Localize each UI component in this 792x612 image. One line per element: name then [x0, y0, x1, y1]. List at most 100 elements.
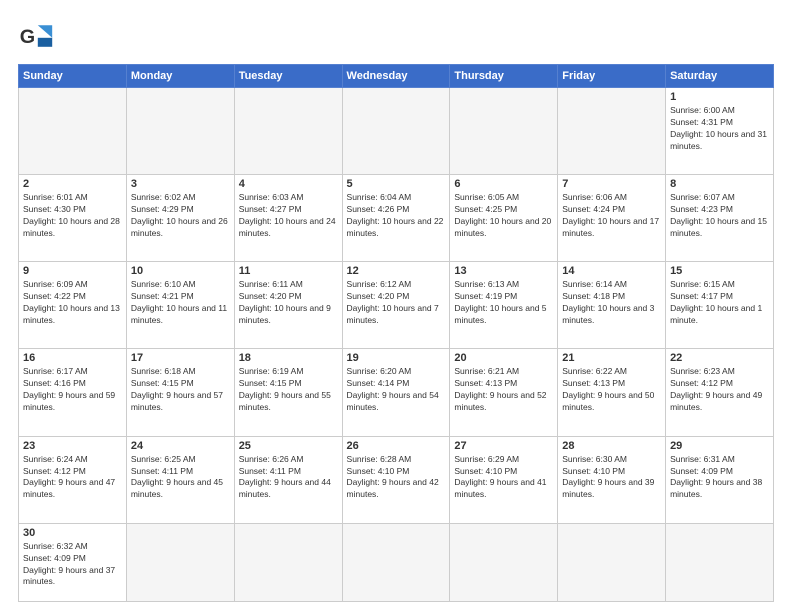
day-number: 1	[670, 91, 769, 103]
calendar-cell: 3Sunrise: 6:02 AMSunset: 4:29 PMDaylight…	[126, 175, 234, 262]
day-info: Sunrise: 6:31 AMSunset: 4:09 PMDaylight:…	[670, 454, 769, 502]
day-number: 30	[23, 527, 122, 539]
day-info: Sunrise: 6:20 AMSunset: 4:14 PMDaylight:…	[347, 366, 446, 414]
calendar-cell: 9 Sunrise: 6:09 AMSunset: 4:22 PMDaylight…	[19, 262, 127, 349]
day-number: 19	[347, 352, 446, 364]
calendar-cell: 22 Sunrise: 6:23 AMSunset: 4:12 PMDayligh…	[666, 349, 774, 436]
calendar-cell: 2 Sunrise: 6:01 AMSunset: 4:30 PMDaylight…	[19, 175, 127, 262]
calendar-cell	[450, 523, 558, 601]
day-number: 11	[239, 265, 338, 277]
calendar-cell: 26Sunrise: 6:28 AMSunset: 4:10 PMDayligh…	[342, 436, 450, 523]
calendar-cell	[126, 88, 234, 175]
page: G SundayMondayTuesdayWednesdayThursdayFr…	[0, 0, 792, 612]
day-number: 16	[23, 352, 122, 364]
day-number: 14	[562, 265, 661, 277]
calendar: SundayMondayTuesdayWednesdayThursdayFrid…	[18, 64, 774, 602]
day-number: 28	[562, 440, 661, 452]
calendar-cell	[558, 88, 666, 175]
day-number: 8	[670, 178, 769, 190]
calendar-cell	[19, 88, 127, 175]
day-number: 6	[454, 178, 553, 190]
calendar-cell: 21Sunrise: 6:22 AMSunset: 4:13 PMDayligh…	[558, 349, 666, 436]
day-header-tuesday: Tuesday	[234, 65, 342, 88]
calendar-cell: 10 Sunrise: 6:10 AMSunset: 4:21 PMDayligh…	[126, 262, 234, 349]
calendar-cell: 5 Sunrise: 6:04 AMSunset: 4:26 PMDaylight…	[342, 175, 450, 262]
day-header-monday: Monday	[126, 65, 234, 88]
day-number: 10	[131, 265, 230, 277]
day-number: 12	[347, 265, 446, 277]
calendar-cell: 23Sunrise: 6:24 AMSunset: 4:12 PMDayligh…	[19, 436, 127, 523]
calendar-cell	[234, 88, 342, 175]
day-info: Sunrise: 6:07 AMSunset: 4:23 PMDaylight:…	[670, 192, 769, 240]
svg-text:G: G	[20, 26, 35, 48]
day-info: Sunrise: 6:01 AMSunset: 4:30 PMDaylight:…	[23, 192, 122, 240]
calendar-cell: 27 Sunrise: 6:29 AMSunset: 4:10 PMDayligh…	[450, 436, 558, 523]
day-header-sunday: Sunday	[19, 65, 127, 88]
day-info: Sunrise: 6:23 AMSunset: 4:12 PMDaylight:…	[670, 366, 769, 414]
day-info: Sunrise: 6:03 AMSunset: 4:27 PMDaylight:…	[239, 192, 338, 240]
calendar-cell: 17 Sunrise: 6:18 AMSunset: 4:15 PMDayligh…	[126, 349, 234, 436]
calendar-cell: 11Sunrise: 6:11 AMSunset: 4:20 PMDayligh…	[234, 262, 342, 349]
day-info: Sunrise: 6:26 AMSunset: 4:11 PMDaylight:…	[239, 454, 338, 502]
day-number: 29	[670, 440, 769, 452]
day-number: 4	[239, 178, 338, 190]
calendar-cell: 1 Sunrise: 6:00 AMSunset: 4:31 PMDaylight…	[666, 88, 774, 175]
calendar-cell	[666, 523, 774, 601]
day-number: 7	[562, 178, 661, 190]
day-info: Sunrise: 6:25 AMSunset: 4:11 PMDaylight:…	[131, 454, 230, 502]
day-number: 24	[131, 440, 230, 452]
day-number: 26	[347, 440, 446, 452]
calendar-cell: 28 Sunrise: 6:30 AMSunset: 4:10 PMDayligh…	[558, 436, 666, 523]
day-header-saturday: Saturday	[666, 65, 774, 88]
day-info: Sunrise: 6:32 AMSunset: 4:09 PMDaylight:…	[23, 541, 122, 589]
day-info: Sunrise: 6:19 AMSunset: 4:15 PMDaylight:…	[239, 366, 338, 414]
calendar-cell: 7 Sunrise: 6:06 AMSunset: 4:24 PMDaylight…	[558, 175, 666, 262]
calendar-cell: 19 Sunrise: 6:20 AMSunset: 4:14 PMDayligh…	[342, 349, 450, 436]
day-number: 18	[239, 352, 338, 364]
header: G	[18, 18, 774, 54]
day-info: Sunrise: 6:10 AMSunset: 4:21 PMDaylight:…	[131, 279, 230, 327]
day-header-thursday: Thursday	[450, 65, 558, 88]
calendar-cell: 15 Sunrise: 6:15 AMSunset: 4:17 PMDayligh…	[666, 262, 774, 349]
day-number: 15	[670, 265, 769, 277]
day-info: Sunrise: 6:15 AMSunset: 4:17 PMDaylight:…	[670, 279, 769, 327]
day-info: Sunrise: 6:05 AMSunset: 4:25 PMDaylight:…	[454, 192, 553, 240]
calendar-cell: 13 Sunrise: 6:13 AMSunset: 4:19 PMDayligh…	[450, 262, 558, 349]
day-info: Sunrise: 6:30 AMSunset: 4:10 PMDaylight:…	[562, 454, 661, 502]
day-info: Sunrise: 6:13 AMSunset: 4:19 PMDaylight:…	[454, 279, 553, 327]
calendar-cell	[342, 523, 450, 601]
day-number: 17	[131, 352, 230, 364]
day-info: Sunrise: 6:22 AMSunset: 4:13 PMDaylight:…	[562, 366, 661, 414]
day-number: 23	[23, 440, 122, 452]
day-info: Sunrise: 6:18 AMSunset: 4:15 PMDaylight:…	[131, 366, 230, 414]
calendar-cell	[558, 523, 666, 601]
day-number: 22	[670, 352, 769, 364]
calendar-cell: 25 Sunrise: 6:26 AMSunset: 4:11 PMDayligh…	[234, 436, 342, 523]
calendar-cell: 14 Sunrise: 6:14 AMSunset: 4:18 PMDayligh…	[558, 262, 666, 349]
calendar-cell: 6 Sunrise: 6:05 AMSunset: 4:25 PMDaylight…	[450, 175, 558, 262]
day-header-friday: Friday	[558, 65, 666, 88]
day-number: 9	[23, 265, 122, 277]
calendar-cell: 16Sunrise: 6:17 AMSunset: 4:16 PMDayligh…	[19, 349, 127, 436]
day-number: 25	[239, 440, 338, 452]
calendar-cell	[234, 523, 342, 601]
day-number: 27	[454, 440, 553, 452]
day-number: 13	[454, 265, 553, 277]
day-info: Sunrise: 6:04 AMSunset: 4:26 PMDaylight:…	[347, 192, 446, 240]
calendar-cell: 8 Sunrise: 6:07 AMSunset: 4:23 PMDaylight…	[666, 175, 774, 262]
calendar-cell: 18 Sunrise: 6:19 AMSunset: 4:15 PMDayligh…	[234, 349, 342, 436]
day-header-wednesday: Wednesday	[342, 65, 450, 88]
day-info: Sunrise: 6:00 AMSunset: 4:31 PMDaylight:…	[670, 105, 769, 153]
day-info: Sunrise: 6:06 AMSunset: 4:24 PMDaylight:…	[562, 192, 661, 240]
calendar-cell: 4 Sunrise: 6:03 AMSunset: 4:27 PMDaylight…	[234, 175, 342, 262]
day-info: Sunrise: 6:09 AMSunset: 4:22 PMDaylight:…	[23, 279, 122, 327]
day-info: Sunrise: 6:14 AMSunset: 4:18 PMDaylight:…	[562, 279, 661, 327]
day-number: 2	[23, 178, 122, 190]
calendar-cell: 12Sunrise: 6:12 AMSunset: 4:20 PMDayligh…	[342, 262, 450, 349]
logo-icon: G	[18, 18, 54, 54]
day-number: 5	[347, 178, 446, 190]
calendar-cell: 24 Sunrise: 6:25 AMSunset: 4:11 PMDayligh…	[126, 436, 234, 523]
calendar-cell	[126, 523, 234, 601]
day-info: Sunrise: 6:29 AMSunset: 4:10 PMDaylight:…	[454, 454, 553, 502]
logo: G	[18, 18, 58, 54]
